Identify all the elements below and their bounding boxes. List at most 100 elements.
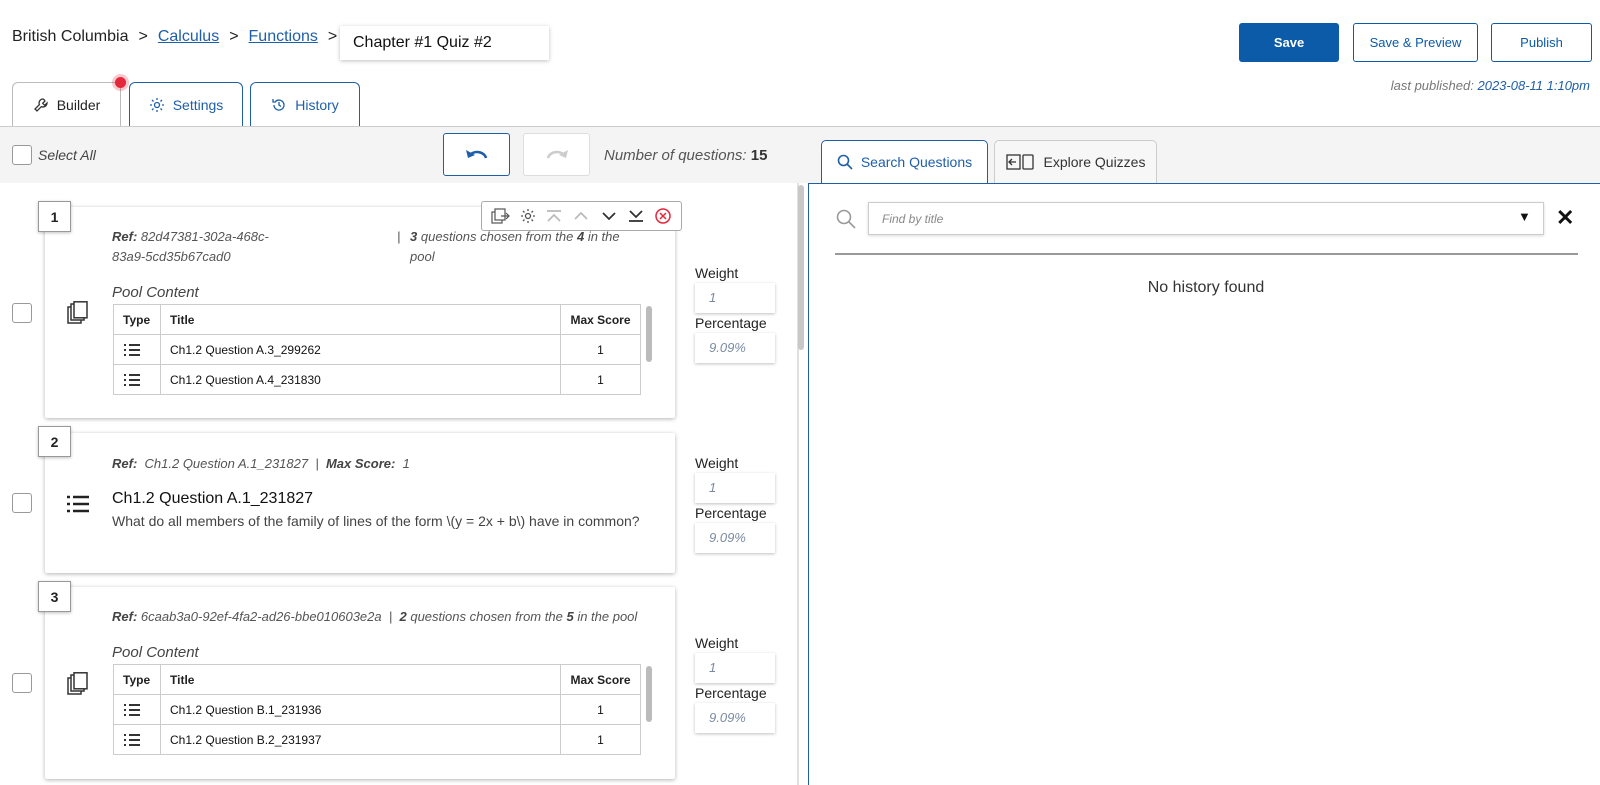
tab-settings[interactable]: Settings <box>129 82 243 126</box>
list-icon <box>66 494 90 514</box>
question-checkbox[interactable] <box>12 673 32 693</box>
pool-table: Type Title Max Score Ch1.2 Question A.3_29… <box>113 304 641 395</box>
dropdown-caret-icon[interactable]: ▼ <box>1518 209 1531 224</box>
chosen-count: 2 <box>399 609 407 624</box>
breadcrumb-unit-link[interactable]: Functions <box>249 28 318 46</box>
ref-value: 6caab3a0-92ef-4fa2-ad26-bbe010603e2a <box>140 609 382 624</box>
question-checkbox[interactable] <box>12 493 32 513</box>
tab-search-questions-label: Search Questions <box>860 154 973 170</box>
breadcrumb-separator: > <box>327 28 338 45</box>
tab-builder-label: Builder <box>56 96 101 113</box>
chevron-up-icon[interactable] <box>572 209 590 223</box>
redo-button[interactable] <box>523 133 590 176</box>
question-number: 3 <box>38 581 71 612</box>
weight-input[interactable]: 1 <box>695 283 775 313</box>
row-score: 1 <box>560 364 641 395</box>
move-bottom-icon[interactable] <box>627 209 645 223</box>
undo-button[interactable] <box>443 133 510 176</box>
max-score-label: Max Score: <box>325 456 396 471</box>
quiz-title-field[interactable]: Chapter #1 Quiz #2 <box>340 26 549 60</box>
chosen-text: questions chosen from the <box>420 229 574 244</box>
chevron-down-icon[interactable] <box>600 209 618 223</box>
empty-state: No history found <box>1147 279 1265 296</box>
percentage-label: Percentage <box>695 685 767 701</box>
question-number: 1 <box>38 201 71 232</box>
tab-settings-label: Settings <box>172 96 224 113</box>
row-score: 1 <box>560 724 641 755</box>
save-preview-button[interactable]: Save & Preview <box>1353 23 1478 62</box>
title-header: Title <box>160 304 561 335</box>
ref-value: Ch1.2 Question A.1_231827 <box>144 456 309 471</box>
gear-icon <box>149 97 165 113</box>
explore-icon <box>1005 154 1036 170</box>
save-button[interactable]: Save <box>1239 23 1339 62</box>
weight-input[interactable]: 1 <box>695 473 775 503</box>
search-input[interactable]: Find by title <box>868 202 1544 235</box>
question-checkbox[interactable] <box>12 303 32 323</box>
table-row: Ch1.2 Question B.2_231937 1 <box>113 724 641 755</box>
table-row: Ch1.2 Question B.1_231936 1 <box>113 694 641 725</box>
percentage-value: 9.09% <box>695 333 775 363</box>
table-scrollbar[interactable] <box>646 666 652 722</box>
builder-scrollbar[interactable] <box>798 185 804 350</box>
ref-label: Ref: <box>112 609 138 624</box>
number-of-questions: Number of questions: 15 <box>604 147 767 164</box>
breadcrumb-course-link[interactable]: Calculus <box>158 28 219 46</box>
number-of-questions-label: Number of questions: <box>604 147 747 164</box>
pool-icon <box>67 301 89 325</box>
question-ref: Ref: 6caab3a0-92ef-4fa2-ad26-bbe010603e2… <box>112 607 637 627</box>
tab-explore-quizzes[interactable]: Explore Quizzes <box>994 140 1157 183</box>
ref-divider: | <box>397 229 401 244</box>
pool-content-label: Pool Content <box>112 644 199 661</box>
breadcrumb: British Columbia > Calculus > Functions … <box>12 28 347 46</box>
pool-count: 4 <box>576 229 585 244</box>
tab-history-label: History <box>295 96 339 113</box>
weight-input[interactable]: 1 <box>695 653 775 683</box>
table-scrollbar[interactable] <box>646 306 652 362</box>
close-icon[interactable]: ✕ <box>1556 205 1574 231</box>
gear-icon[interactable] <box>520 208 536 224</box>
move-top-icon[interactable] <box>545 209 563 223</box>
tab-search-questions[interactable]: Search Questions <box>821 140 988 183</box>
pool-table: Type Title Max Score Ch1.2 Question B.1_23… <box>113 664 641 755</box>
ref-divider: | <box>315 456 319 471</box>
question-number: 2 <box>38 426 71 457</box>
history-icon <box>271 97 287 113</box>
undo-icon <box>464 146 490 164</box>
percentage-value: 9.09% <box>695 703 775 733</box>
select-all-label: Select All <box>38 147 96 163</box>
tab-builder[interactable]: Builder <box>12 82 121 126</box>
ref-label: Ref: <box>112 456 138 471</box>
row-score: 1 <box>560 694 641 725</box>
last-published: last published: 2023-08-11 1:10pm <box>1391 78 1590 93</box>
max-score-header: Max Score <box>560 664 641 695</box>
publish-button[interactable]: Publish <box>1491 23 1592 62</box>
tab-history[interactable]: History <box>250 82 360 126</box>
ref-divider: | <box>388 609 393 624</box>
table-row: Ch1.2 Question A.3_299262 1 <box>113 334 641 365</box>
question-title: Ch1.2 Question A.1_231827 <box>112 490 314 507</box>
max-score-header: Max Score <box>560 304 641 335</box>
ref-label: Ref: <box>112 229 138 244</box>
table-row: Ch1.2 Question A.4_231830 1 <box>113 364 641 395</box>
breadcrumb-root: British Columbia <box>12 28 129 45</box>
search-icon <box>836 209 856 229</box>
title-header: Title <box>160 664 561 695</box>
pool-count: 5 <box>566 609 574 624</box>
pool-text: in the pool <box>577 609 638 624</box>
type-header: Type <box>113 664 161 695</box>
question-ref: Ref: 82d47381-302a-468c-83a9-5cd35b67cad… <box>112 227 302 267</box>
max-score-value: 1 <box>402 456 410 471</box>
breadcrumb-separator: > <box>229 28 239 45</box>
row-title: Ch1.2 Question A.3_299262 <box>160 334 561 365</box>
notification-dot <box>115 77 126 88</box>
redo-icon <box>544 146 570 164</box>
percentage-label: Percentage <box>695 315 767 331</box>
move-out-icon[interactable] <box>491 208 511 224</box>
delete-icon[interactable] <box>654 207 672 225</box>
percentage-value: 9.09% <box>695 523 775 553</box>
number-of-questions-value: 15 <box>750 147 768 164</box>
weight-label: Weight <box>695 635 739 651</box>
select-all-checkbox[interactable] <box>12 145 32 165</box>
weight-label: Weight <box>695 455 739 471</box>
